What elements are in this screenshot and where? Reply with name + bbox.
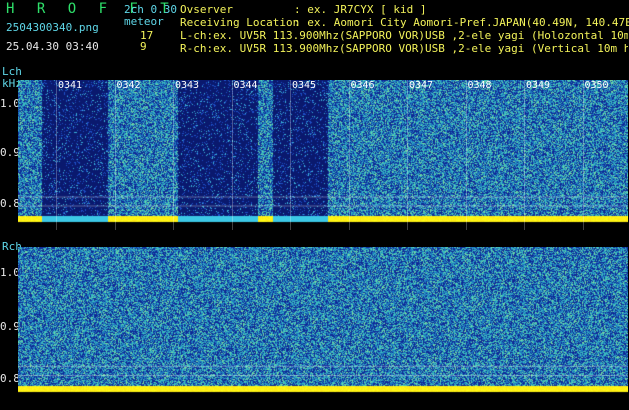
mode-type: meteor — [124, 15, 164, 28]
location-label: Receiving Location — [180, 16, 300, 29]
lch-time-tick: 0349 — [526, 80, 551, 91]
lch-info: L-ch:ex. UV5R 113.900Mhz(SAPPORO VOR)USB… — [180, 30, 628, 41]
mode-label: 2ch 0.30 — [124, 3, 177, 16]
rch-waterfall — [18, 247, 628, 400]
count-rch: 9 — [140, 40, 147, 53]
rch-ytick-0-8: 0.8 — [0, 372, 20, 385]
observer-value: : ex. JR7CYX [ kid ] — [294, 3, 427, 16]
lch-waterfall: 0341 0342 0343 0344 0345 0346 0347 0348 0349 0350 — [18, 80, 628, 230]
lch-time-gridline — [348, 80, 350, 230]
lch-label: Lch — [2, 65, 22, 78]
lch-time-tick: 0341 — [58, 80, 83, 91]
lch-time-gridline — [231, 80, 233, 230]
rch-ytick-0-9: 0.9 — [0, 320, 20, 333]
location-value: : ex. Aomori City Aomori-Pref.JAPAN(40.4… — [294, 16, 629, 29]
lch-time-tick: 0344 — [233, 80, 258, 91]
datetime: 25.04.30 03:40 — [6, 40, 99, 53]
lch-time-tick: 0350 — [584, 80, 609, 91]
lch-time-tick: 0346 — [350, 80, 375, 91]
lch-time-gridline — [407, 80, 408, 230]
lch-ytick-0-8: 0.8 — [0, 197, 20, 210]
rch-spectrogram-canvas — [18, 247, 628, 400]
rch-info: R-ch:ex. UV5R 113.900Mhz(SAPPORO VOR)USB… — [180, 43, 628, 54]
lch-ytick-0-9: 0.9 — [0, 146, 20, 159]
lch-time-gridline — [524, 80, 525, 230]
lch-time-tick: 0342 — [116, 80, 141, 91]
lch-time-tick: 0348 — [467, 80, 492, 91]
lch-time-gridline — [290, 80, 291, 230]
lch-time-gridline — [465, 80, 467, 230]
lch-time-tick: 0343 — [175, 80, 200, 91]
lch-time-gridline — [114, 80, 116, 230]
lch-time-tick: 0347 — [409, 80, 434, 91]
lch-time-gridline — [56, 80, 57, 230]
lch-spectrogram-canvas — [18, 80, 628, 230]
lch-time-tick: 0345 — [292, 80, 317, 91]
lch-time-gridline — [173, 80, 174, 230]
observer-label: Ovserver — [180, 3, 233, 16]
lch-time-gridline — [582, 80, 584, 230]
rch-ytick-1-0: 1.0 — [0, 266, 20, 279]
filename: 2504300340.png — [6, 21, 99, 34]
lch-ytick-1-0: 1.0 — [0, 97, 20, 110]
